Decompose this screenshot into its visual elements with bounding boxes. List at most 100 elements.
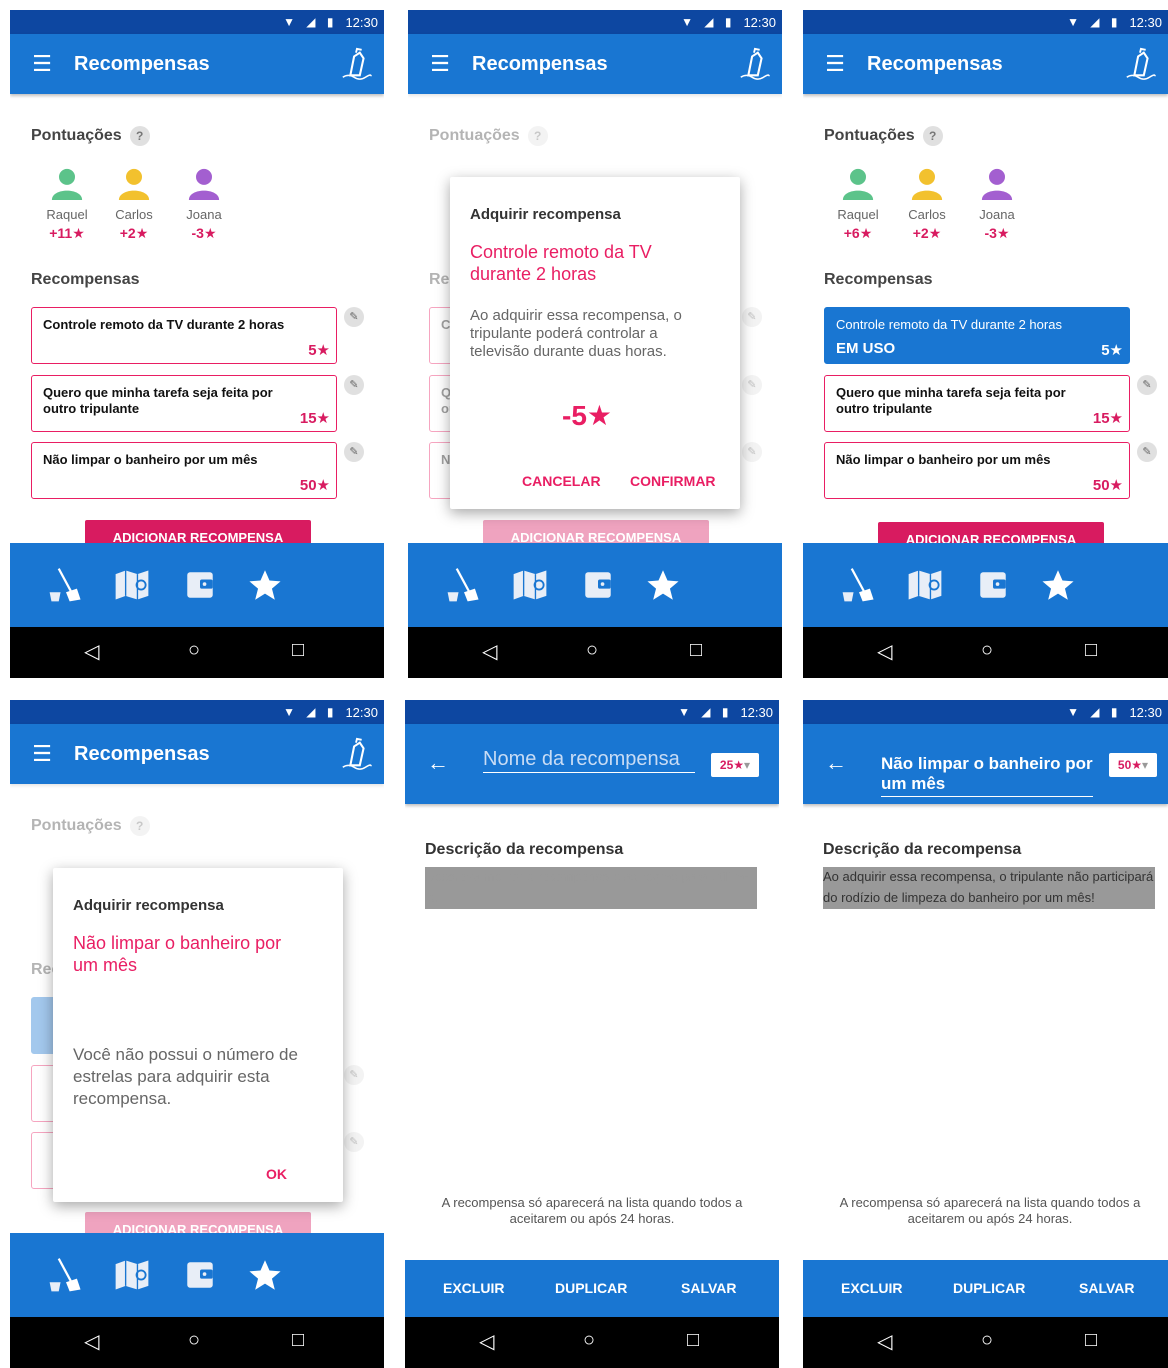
back-nav-icon[interactable]: ◁ (482, 639, 497, 664)
signal-battery-icons: ▼ ◢ ▮ (1067, 705, 1122, 719)
status-time: 12:30 (1129, 14, 1162, 30)
recents-nav-icon[interactable]: □ (292, 639, 304, 662)
home-nav-icon[interactable]: ○ (583, 1329, 595, 1352)
menu-icon[interactable]: ☰ (408, 51, 472, 77)
page-title: Recompensas (867, 52, 1003, 75)
reward-card[interactable]: Controle remoto da TV durante 2 horas 5★ (31, 307, 337, 364)
star-icon[interactable] (243, 1253, 287, 1297)
reward-name-input[interactable]: Não limpar o banheiro por um mês (881, 754, 1093, 797)
cancel-button[interactable]: CANCELAR (522, 473, 601, 489)
reward-title: Não limpar o banheiro por um mês (836, 452, 1051, 467)
wallet-icon[interactable] (576, 563, 620, 607)
broom-bucket-icon[interactable] (442, 563, 486, 607)
map-icon[interactable] (110, 1253, 154, 1297)
reward-card-in-use[interactable]: Controle remoto da TV durante 2 horas EM… (824, 307, 1130, 364)
delete-button[interactable]: EXCLUIR (841, 1280, 902, 1296)
recents-nav-icon[interactable]: □ (690, 639, 702, 662)
description-input[interactable]: Ao adquirir essa recompensa, o tripulant… (823, 867, 1155, 909)
status-bar: ▼ ◢ ▮ 12:30 (10, 700, 384, 724)
recents-nav-icon[interactable]: □ (1085, 1329, 1097, 1352)
pencil-icon[interactable]: ✎ (344, 375, 364, 395)
rewards-title: Recompensas (31, 271, 140, 288)
recents-nav-icon[interactable]: □ (687, 1329, 699, 1352)
broom-bucket-icon[interactable] (837, 563, 881, 607)
person-carlos[interactable]: Carlos +2★ (99, 168, 169, 242)
recents-nav-icon[interactable]: □ (1085, 639, 1097, 662)
pencil-icon[interactable]: ✎ (1137, 375, 1157, 395)
reward-title: Quero que minha tarefa seja feita por ou… (43, 385, 273, 416)
map-icon[interactable] (903, 563, 947, 607)
back-nav-icon[interactable]: ◁ (877, 1329, 892, 1354)
person-joana[interactable]: Joana -3★ (169, 168, 239, 242)
home-nav-icon[interactable]: ○ (188, 639, 200, 662)
reward-card[interactable]: Não limpar o banheiro por um mês 50★ (824, 442, 1130, 499)
approval-note: A recompensa só aparecerá na lista quand… (441, 1195, 743, 1226)
reward-card[interactable]: Quero que minha tarefa seja feita por ou… (824, 375, 1130, 432)
star-icon[interactable] (1036, 563, 1080, 607)
broom-bucket-icon[interactable] (44, 563, 88, 607)
menu-icon[interactable]: ☰ (10, 51, 74, 77)
person-joana[interactable]: Joana -3★ (962, 168, 1032, 242)
back-nav-icon[interactable]: ◁ (479, 1329, 494, 1354)
map-icon[interactable] (508, 563, 552, 607)
cost-select[interactable]: 50★▾ (1109, 753, 1157, 777)
menu-icon[interactable]: ☰ (10, 741, 74, 767)
duplicate-button[interactable]: DUPLICAR (555, 1280, 627, 1296)
status-bar: ▼ ◢ ▮ 12:30 (803, 10, 1168, 34)
home-nav-icon[interactable]: ○ (981, 1329, 993, 1352)
page-title: Recompensas (472, 52, 608, 75)
ok-button[interactable]: OK (266, 1166, 287, 1182)
cost-select[interactable]: 25★▾ (711, 753, 759, 777)
pencil-icon[interactable]: ✎ (1137, 442, 1157, 462)
person-icon (116, 168, 152, 200)
person-carlos[interactable]: Carlos +2★ (892, 168, 962, 242)
person-raquel[interactable]: Raquel +11★ (32, 168, 102, 242)
delete-button[interactable]: EXCLUIR (443, 1280, 504, 1296)
save-button[interactable]: SALVAR (681, 1280, 736, 1296)
confirm-button[interactable]: CONFIRMAR (630, 473, 716, 489)
screen-confirm-dialog: ▼ ◢ ▮ 12:30 ☰ Recompensas Pontuações? Re… (408, 10, 782, 678)
dialog-cost: -5★ (562, 400, 612, 431)
signal-battery-icons: ▼ ◢ ▮ (681, 15, 736, 29)
cost-select-value: 25★ (719, 758, 745, 772)
scores-title: Pontuações? (824, 126, 943, 146)
map-icon[interactable] (110, 563, 154, 607)
wallet-icon[interactable] (971, 563, 1015, 607)
broom-bucket-icon[interactable] (44, 1253, 88, 1297)
back-arrow-icon[interactable]: ← (825, 750, 847, 776)
person-score: -3★ (984, 225, 1010, 241)
person-icon (979, 168, 1015, 200)
system-nav-bar: ◁ ○ □ (803, 1317, 1168, 1368)
star-icon[interactable] (641, 563, 685, 607)
wallet-icon[interactable] (178, 1253, 222, 1297)
reward-card[interactable]: Não limpar o banheiro por um mês 50★ (31, 442, 337, 499)
save-button[interactable]: SALVAR (1079, 1280, 1134, 1296)
help-icon[interactable]: ? (922, 126, 943, 146)
screen-edit-reward: ▼ ◢ ▮ 12:30 ← Não limpar o banheiro por … (803, 700, 1168, 1368)
reward-card[interactable]: Quero que minha tarefa seja feita por ou… (31, 375, 337, 432)
duplicate-button[interactable]: DUPLICAR (953, 1280, 1025, 1296)
star-icon[interactable] (243, 563, 287, 607)
back-nav-icon[interactable]: ◁ (877, 639, 892, 664)
message-bottle-icon (328, 47, 384, 81)
description-input[interactable]: Descreva melhor a recompensa e as regras… (425, 867, 757, 909)
acquire-reward-dialog: Adquirir recompensa Não limpar o banheir… (53, 868, 343, 1202)
wallet-icon[interactable] (178, 563, 222, 607)
home-nav-icon[interactable]: ○ (586, 639, 598, 662)
system-nav-bar: ◁ ○ □ (408, 627, 782, 678)
home-nav-icon[interactable]: ○ (188, 1329, 200, 1352)
pencil-icon[interactable]: ✎ (344, 307, 364, 327)
status-time: 12:30 (740, 704, 773, 720)
back-arrow-icon[interactable]: ← (427, 750, 449, 776)
person-raquel[interactable]: Raquel +6★ (823, 168, 893, 242)
menu-icon[interactable]: ☰ (803, 51, 867, 77)
help-icon[interactable]: ? (129, 126, 150, 146)
recents-nav-icon[interactable]: □ (292, 1329, 304, 1352)
back-nav-icon[interactable]: ◁ (84, 639, 99, 664)
cost-select-value: 50★ (1117, 758, 1143, 772)
back-nav-icon[interactable]: ◁ (84, 1329, 99, 1354)
pencil-icon[interactable]: ✎ (344, 442, 364, 462)
reward-name-input[interactable]: Nome da recompensa (483, 748, 695, 773)
app-bar: ☰ Recompensas (803, 34, 1168, 94)
home-nav-icon[interactable]: ○ (981, 639, 993, 662)
